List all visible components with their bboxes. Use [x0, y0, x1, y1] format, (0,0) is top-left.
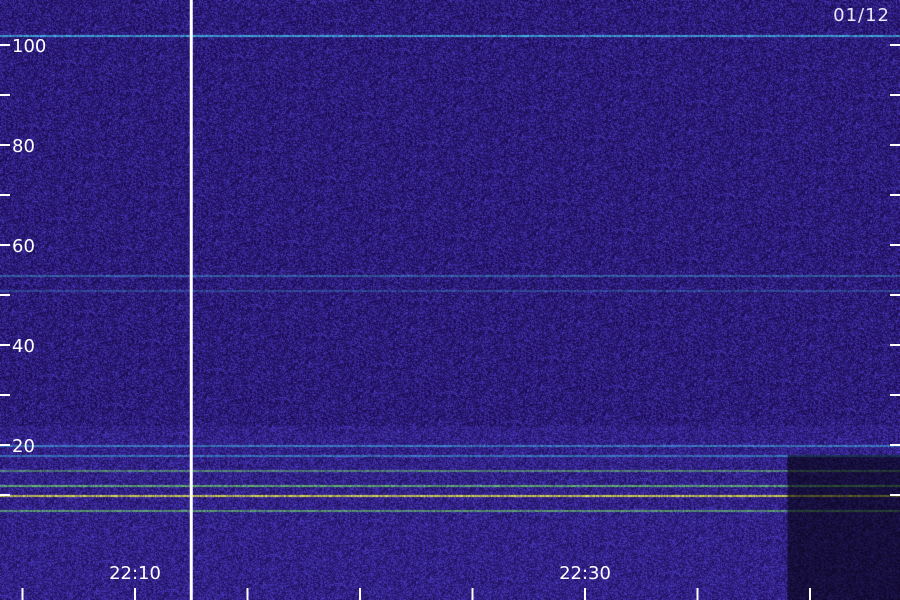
y-tick-label: 100	[12, 36, 46, 57]
date-label: 01/12	[833, 5, 890, 26]
chart-axes-overlay: 1008060402022:1022:3022:50	[0, 0, 900, 600]
x-tick-label: 22:10	[109, 563, 161, 584]
spectrogram-chart: 1008060402022:1022:3022:50 01/12	[0, 0, 900, 600]
y-tick-label: 80	[12, 136, 35, 157]
y-tick-label: 60	[12, 236, 35, 257]
y-tick-label: 40	[12, 336, 35, 357]
x-tick-label: 22:30	[559, 563, 611, 584]
y-tick-label: 20	[12, 436, 35, 457]
